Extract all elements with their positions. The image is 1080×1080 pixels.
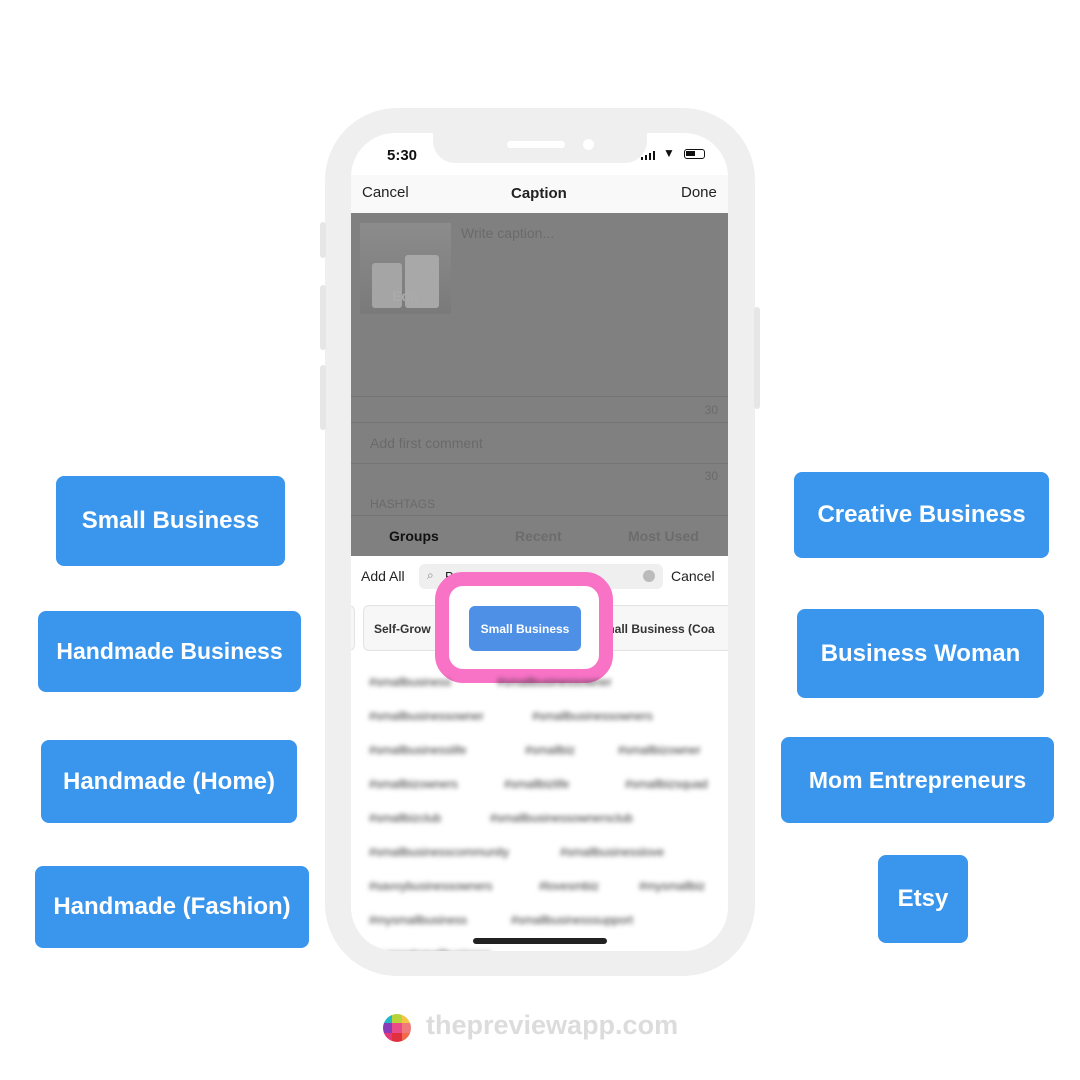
tag-handmade-fashion: Handmade (Fashion) <box>35 866 309 948</box>
post-thumbnail[interactable]: Edit <box>360 223 451 314</box>
side-button <box>320 222 326 258</box>
notch <box>433 133 647 163</box>
hashtag-item[interactable]: #smallbizsquad <box>625 777 708 791</box>
phone-screen: 5:30 ▼ Cancel Caption Done Edit Write ca… <box>351 133 728 951</box>
hashtag-item[interactable]: #smallbusinesssupport <box>511 913 633 927</box>
power-button <box>754 307 760 409</box>
hashtag-item[interactable]: #smallbusinessowner <box>369 709 484 723</box>
hashtag-item[interactable]: #smallbusiness <box>369 675 451 689</box>
hashtag-item[interactable]: #smallbizclub <box>369 811 441 825</box>
brand-logo-icon <box>383 1014 411 1042</box>
search-cancel-button[interactable]: Cancel <box>671 568 715 584</box>
battery-icon <box>684 149 705 159</box>
wifi-icon: ▼ <box>663 146 675 160</box>
hashtag-item[interactable]: #lovesmbiz <box>539 879 599 893</box>
home-indicator <box>473 938 607 944</box>
brand-url: thepreviewapp.com <box>426 1010 679 1040</box>
hashtags-label: HASHTAGS <box>370 497 436 511</box>
hashtag-item[interactable]: #smallbusinesslove <box>560 845 664 859</box>
status-time: 5:30 <box>387 147 418 164</box>
cancel-button[interactable]: Cancel <box>362 184 409 201</box>
hashtag-item[interactable]: #savvybusinessowners <box>369 879 492 893</box>
volume-up-button <box>320 285 326 350</box>
comment-count: 30 <box>704 469 718 483</box>
hashtag-item[interactable]: #mysmallbusiness <box>369 913 467 927</box>
tag-business-woman: Business Woman <box>797 609 1044 698</box>
tag-handmade-business: Handmade Business <box>38 611 301 692</box>
clear-icon[interactable] <box>643 570 655 582</box>
hashtag-item[interactable]: #smallbusinesslife <box>369 743 466 757</box>
volume-down-button <box>320 365 326 430</box>
hashtag-item[interactable]: #smallbizowners <box>369 777 458 791</box>
tag-small-business: Small Business <box>56 476 285 566</box>
hashtag-item[interactable]: #smallbizowner <box>618 743 701 757</box>
done-button[interactable]: Done <box>681 184 717 201</box>
caption-count: 30 <box>704 403 718 417</box>
search-icon: ⌕ <box>427 568 434 582</box>
tag-handmade-home: Handmade (Home) <box>41 740 297 823</box>
caption-input[interactable]: Write caption... <box>461 225 554 241</box>
tab-groups[interactable]: Groups <box>389 528 439 544</box>
tag-mom-entrepreneurs: Mom Entrepreneurs <box>781 737 1054 823</box>
hashtag-item[interactable]: #smallbusinessownersclub <box>490 811 633 825</box>
hashtag-item[interactable]: #smallbiz <box>525 743 575 757</box>
tab-most-used[interactable]: Most Used <box>628 528 699 544</box>
dimmed-overlay: Edit Write caption... 30 Add first comme… <box>351 213 728 556</box>
hashtag-item[interactable]: #smallbusinessowner <box>497 675 612 689</box>
hashtag-item[interactable]: #supportsmallbusiness <box>369 947 491 951</box>
signal-icon <box>641 151 657 160</box>
screen-title: Caption <box>511 185 567 202</box>
group-chip-selected[interactable]: Small Business <box>469 606 581 651</box>
hashtag-item[interactable]: #smallbusinesscommunity <box>369 845 509 859</box>
tab-recent[interactable]: Recent <box>515 528 562 544</box>
tag-etsy: Etsy <box>878 855 968 943</box>
first-comment-input[interactable]: Add first comment <box>370 435 483 451</box>
add-all-button[interactable]: Add All <box>361 568 405 584</box>
hashtag-item[interactable]: #mysmallbiz <box>639 879 705 893</box>
edit-label[interactable]: Edit <box>392 288 418 304</box>
hashtag-item[interactable]: #smallbizlife <box>504 777 569 791</box>
hashtag-item[interactable]: #smallbusinessowners <box>532 709 653 723</box>
tag-creative-business: Creative Business <box>794 472 1049 558</box>
